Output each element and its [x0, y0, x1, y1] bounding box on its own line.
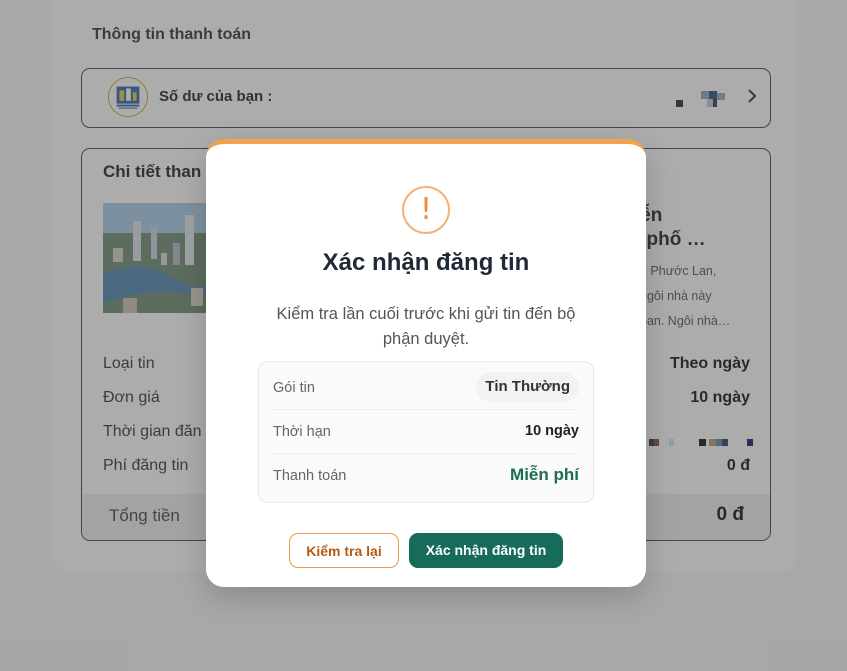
warning-icon: !: [402, 186, 450, 234]
duration-label: Thời hạn: [273, 424, 331, 440]
payment-value: Miễn phí: [510, 465, 579, 484]
summary-row-duration: Thời hạn 10 ngày: [273, 410, 579, 454]
summary-row-payment: Thanh toán Miễn phí: [273, 454, 579, 498]
review-button[interactable]: Kiểm tra lại: [289, 533, 399, 568]
confirm-post-button[interactable]: Xác nhận đăng tin: [409, 533, 563, 568]
duration-value: 10 ngày: [525, 423, 579, 439]
confirm-post-dialog: ! Xác nhận đăng tin Kiểm tra lần cuối tr…: [206, 139, 646, 587]
package-badge: Tin Thường: [476, 372, 579, 402]
summary-box: Gói tin Tin Thường Thời hạn 10 ngày Than…: [258, 361, 594, 503]
dialog-title: Xác nhận đăng tin: [322, 249, 530, 276]
package-label: Gói tin: [273, 380, 315, 396]
summary-row-package: Gói tin Tin Thường: [273, 366, 579, 410]
payment-label: Thanh toán: [273, 468, 347, 484]
dialog-description: Kiểm tra lần cuối trước khi gửi tin đến …: [276, 305, 576, 348]
